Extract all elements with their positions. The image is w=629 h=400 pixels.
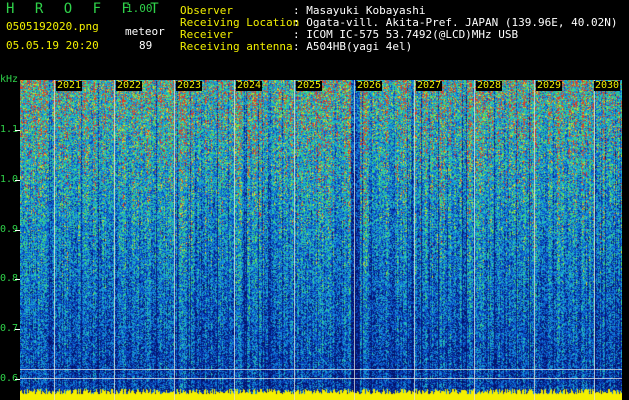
version-label: 1.00 (126, 2, 153, 15)
time-tick-line (174, 80, 175, 400)
x-tick-2026: 2026 (356, 80, 383, 91)
axis-unit-label: kHz (0, 74, 19, 85)
time-tick-line (234, 80, 235, 400)
x-tick-2025: 2025 (296, 80, 323, 91)
time-tick-line (294, 80, 295, 400)
info-value-antenna: : A504HB(yagi 4el) (293, 40, 413, 53)
time-tick-line (414, 80, 415, 400)
y-tick-mark (15, 130, 20, 131)
y-tick-mark (15, 379, 20, 380)
y-tick-mark (15, 329, 20, 330)
y-tick-mark (15, 279, 20, 280)
reference-line-upper (20, 369, 622, 370)
time-tick-line (594, 80, 595, 400)
spectrogram-canvas (20, 80, 622, 400)
x-tick-2027: 2027 (416, 80, 443, 91)
time-tick-line (54, 80, 55, 400)
count-label: 89 (139, 39, 153, 52)
x-tick-2030: 2030 (594, 80, 621, 91)
time-tick-line (534, 80, 535, 400)
datetime-label: 05.05.19 20:20 (6, 39, 99, 52)
filename-label: 0505192020.png (6, 20, 99, 33)
y-tick-mark (15, 230, 20, 231)
mode-label: meteor (125, 25, 165, 38)
x-tick-2021: 2021 (56, 80, 83, 91)
spectrogram-area (20, 80, 622, 400)
x-tick-2028: 2028 (476, 80, 503, 91)
info-label-antenna: Receiving antenna (180, 40, 293, 53)
x-tick-2029: 2029 (536, 80, 563, 91)
time-tick-line (354, 80, 355, 400)
x-tick-2022: 2022 (116, 80, 143, 91)
x-tick-2024: 2024 (236, 80, 263, 91)
y-tick-mark (15, 180, 20, 181)
time-tick-line (474, 80, 475, 400)
x-tick-2023: 2023 (176, 80, 203, 91)
reference-line-lower (20, 378, 622, 379)
time-tick-line (114, 80, 115, 400)
